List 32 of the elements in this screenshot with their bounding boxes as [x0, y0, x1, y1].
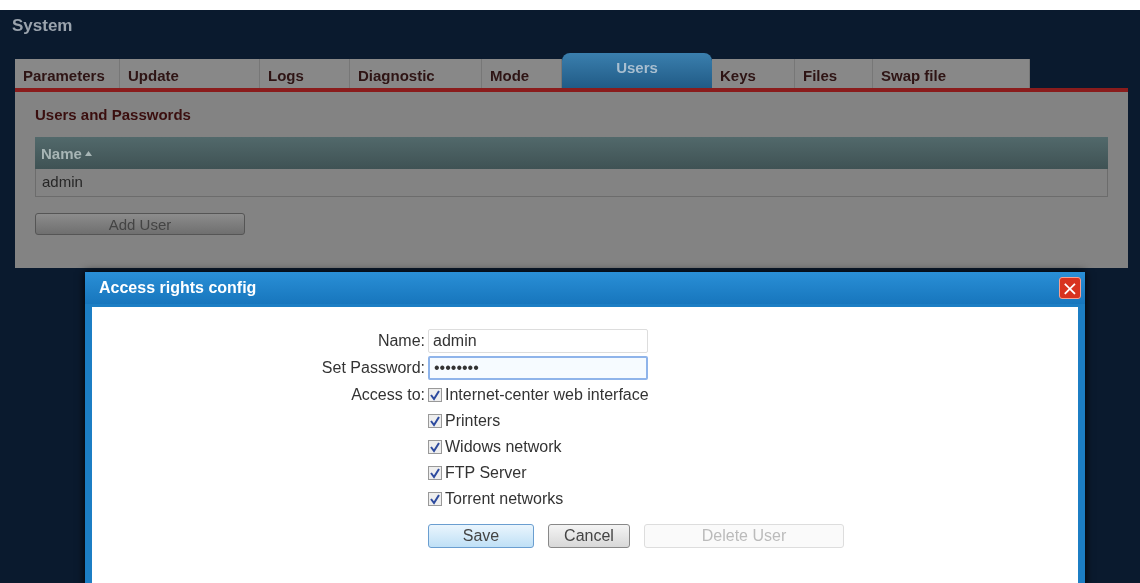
checkbox-label: Internet-center web interface: [445, 385, 649, 404]
close-button[interactable]: ×: [1059, 277, 1081, 299]
checkbox[interactable]: [428, 439, 442, 454]
tab[interactable]: Files: [795, 59, 873, 88]
input-field[interactable]: ••••••••: [428, 356, 648, 380]
checkbox-label: Widows network: [445, 437, 562, 456]
dialog-button[interactable]: Cancel: [548, 524, 630, 548]
tab[interactable]: Parameters: [15, 59, 120, 88]
tab[interactable]: Diagnostic: [350, 59, 482, 88]
checkbox-label: FTP Server: [445, 463, 527, 482]
tab[interactable]: Swap file: [873, 59, 1030, 88]
field-label: Set Password:: [321, 359, 425, 377]
checkbox-label: Torrent networks: [445, 489, 564, 508]
checkbox[interactable]: [428, 387, 442, 402]
checkbox-label: Printers: [445, 411, 501, 430]
table-row[interactable]: admin: [35, 169, 1108, 197]
tab[interactable]: Keys: [712, 59, 795, 88]
page-title: System: [12, 15, 73, 37]
checkbox[interactable]: [428, 413, 442, 428]
tab[interactable]: Mode: [482, 59, 562, 88]
field-label: Access to:: [351, 385, 425, 404]
dialog-title: Access rights config: [99, 279, 257, 297]
field-label: Name:: [377, 332, 425, 350]
tab[interactable]: Users: [562, 53, 712, 88]
tab[interactable]: Logs: [260, 59, 350, 88]
tab[interactable]: Update: [120, 59, 260, 88]
dialog-button[interactable]: Save: [428, 524, 534, 548]
checkbox[interactable]: [428, 465, 442, 480]
input-field[interactable]: admin: [428, 329, 648, 353]
section-title: Users and Passwords: [35, 106, 191, 123]
column-header[interactable]: Name: [41, 144, 92, 162]
checkbox[interactable]: [428, 491, 442, 506]
